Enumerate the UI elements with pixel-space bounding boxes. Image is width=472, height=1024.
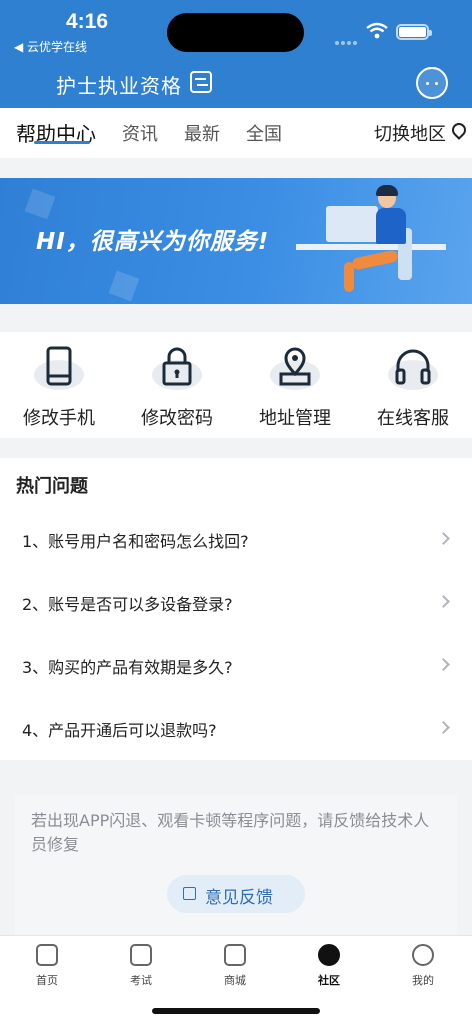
- feedback-button-label: 意见反馈: [205, 888, 273, 908]
- home-indicator: [152, 1008, 320, 1014]
- location-icon: [279, 347, 311, 386]
- signal-icon: [335, 30, 359, 45]
- chevron-right-icon: [437, 721, 450, 734]
- question-text: 4、产品开通后可以退款吗?: [22, 721, 217, 740]
- welcome-banner[interactable]: HI，很高兴为你服务!: [0, 178, 472, 304]
- action-label: 修改手机: [23, 408, 95, 429]
- chevron-right-icon: [437, 595, 450, 608]
- nav-exam[interactable]: 考试: [94, 942, 188, 992]
- customer-service-avatar-icon[interactable]: [416, 67, 448, 99]
- list-item[interactable]: 2、账号是否可以多设备登录?: [0, 571, 472, 634]
- lock-icon: [162, 347, 192, 386]
- status-time: 4:16: [66, 10, 109, 33]
- app-header: 4:16 ◀ 云优学在线 护士执业资格: [0, 0, 472, 108]
- shop-icon: [224, 944, 246, 966]
- action-label: 在线客服: [377, 408, 449, 429]
- phone-icon: [46, 346, 72, 386]
- hot-questions-list: 1、账号用户名和密码怎么找回? 2、账号是否可以多设备登录? 3、购买的产品有效…: [0, 508, 472, 760]
- decor-cube: [24, 188, 56, 220]
- community-icon: [318, 944, 340, 966]
- wifi-icon: [366, 22, 388, 39]
- person-legs-illustration: [351, 249, 399, 271]
- nav-label: 首页: [36, 974, 58, 987]
- question-text: 1、账号用户名和密码怎么找回?: [22, 532, 249, 551]
- profile-icon: [412, 944, 434, 966]
- feedback-panel: 若出现APP闪退、观看卡顿等程序问题，请反馈给技术人员修复 意见反馈: [15, 795, 457, 935]
- monitor-illustration: [326, 206, 378, 242]
- edit-icon: [183, 887, 196, 900]
- nav-label: 我的: [412, 974, 434, 987]
- feedback-button[interactable]: 意见反馈: [167, 875, 305, 913]
- page-title: 护士执业资格: [56, 74, 182, 98]
- tab-national[interactable]: 全国: [246, 120, 282, 146]
- tab-latest[interactable]: 最新: [184, 120, 220, 146]
- list-item[interactable]: 3、购买的产品有效期是多久?: [0, 634, 472, 697]
- list-item[interactable]: 4、产品开通后可以退款吗?: [0, 697, 472, 760]
- back-to-app-link[interactable]: ◀ 云优学在线: [14, 38, 87, 55]
- location-pin-icon[interactable]: [449, 120, 469, 140]
- nav-label: 社区: [318, 974, 340, 987]
- change-password-button[interactable]: 修改密码: [118, 332, 236, 438]
- address-management-button[interactable]: 地址管理: [236, 332, 354, 438]
- person-leg-illustration: [344, 262, 354, 292]
- banner-greeting: HI，很高兴为你服务!: [36, 229, 270, 255]
- nav-mall[interactable]: 商城: [188, 942, 282, 992]
- person-illustration: [376, 208, 406, 244]
- feedback-hint: 若出现APP闪退、观看卡顿等程序问题，请反馈给技术人员修复: [31, 811, 430, 854]
- quick-actions: 修改手机 修改密码 地址管理 在线客服: [0, 332, 472, 438]
- change-phone-button[interactable]: 修改手机: [0, 332, 118, 438]
- question-text: 2、账号是否可以多设备登录?: [22, 595, 233, 614]
- desk-illustration: [296, 244, 446, 250]
- nav-mine[interactable]: 我的: [376, 942, 470, 992]
- action-label: 地址管理: [259, 408, 331, 429]
- headset-icon: [395, 349, 431, 385]
- chevron-right-icon: [437, 658, 450, 671]
- hot-questions-title: 热门问题: [0, 458, 472, 508]
- person-hair-illustration: [376, 185, 398, 196]
- battery-icon: [396, 24, 432, 40]
- online-service-button[interactable]: 在线客服: [354, 332, 472, 438]
- chevron-right-icon: [437, 532, 450, 545]
- nav-label: 商城: [224, 974, 246, 987]
- active-tab-indicator: [34, 141, 90, 144]
- switch-region-button[interactable]: 切换地区: [374, 120, 446, 146]
- nav-community[interactable]: 社区: [282, 942, 376, 992]
- nav-home[interactable]: 首页: [0, 942, 94, 992]
- dynamic-island: [167, 13, 304, 52]
- nav-label: 考试: [130, 974, 152, 987]
- switch-exam-icon[interactable]: [190, 71, 212, 93]
- decor-cube: [108, 270, 140, 302]
- list-item[interactable]: 1、账号用户名和密码怎么找回?: [0, 508, 472, 571]
- action-label: 修改密码: [141, 408, 213, 429]
- exam-checklist-icon: [130, 944, 152, 966]
- home-icon: [36, 944, 58, 966]
- tab-news[interactable]: 资讯: [122, 120, 158, 146]
- category-tabs: 帮助中心 资讯 最新 全国 切换地区: [0, 108, 472, 158]
- question-text: 3、购买的产品有效期是多久?: [22, 658, 233, 677]
